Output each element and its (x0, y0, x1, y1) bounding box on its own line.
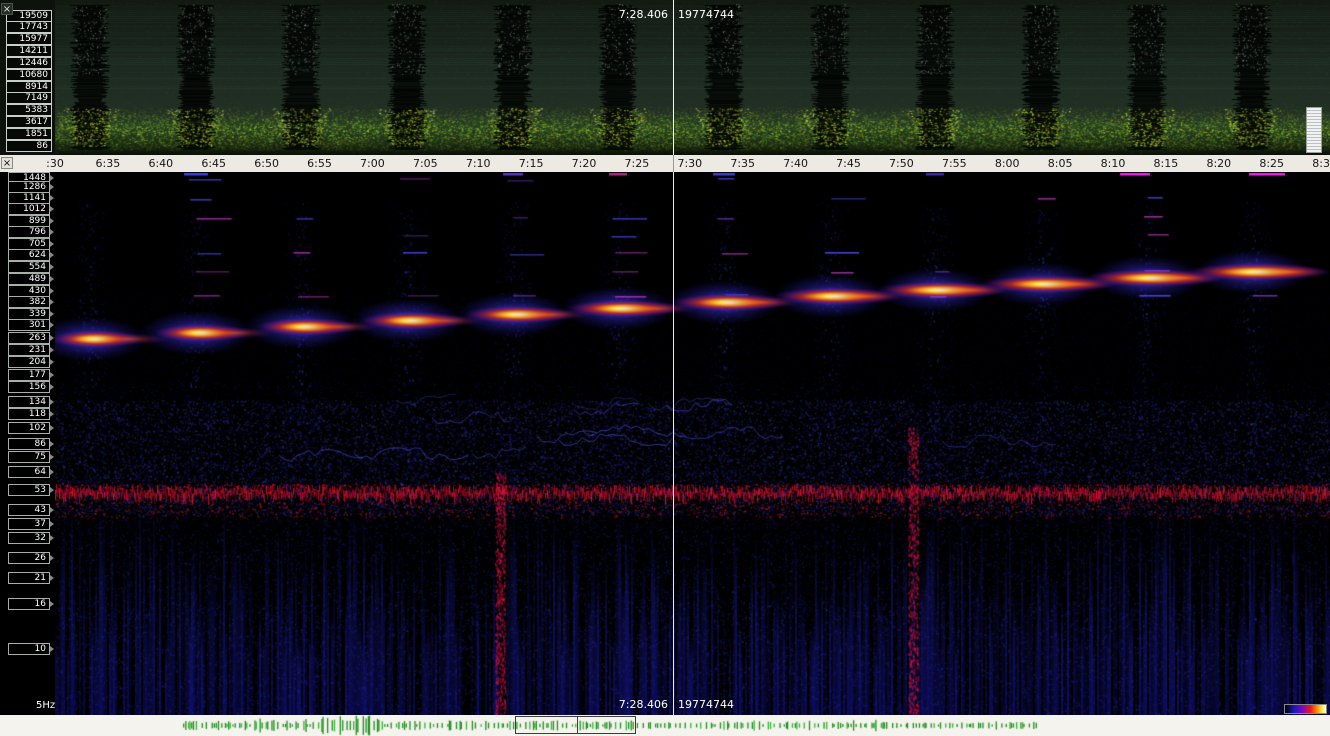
waveform-overview-canvas[interactable] (0, 715, 1330, 736)
time-tick-label: 6:45 (201, 157, 226, 170)
frequency-tick-label[interactable]: 134 (8, 396, 50, 408)
overview-spectrogram-pane[interactable]: 1950917743159771421112446106808914714953… (0, 0, 1330, 155)
frequency-tick-label[interactable]: 7149 (6, 92, 52, 104)
close-main-pane-button[interactable]: × (1, 157, 13, 169)
main-spectrogram-pane[interactable]: 1448128611411012899796705624554489430382… (0, 172, 1330, 715)
time-tick-label: 7:20 (572, 157, 597, 170)
time-tick-label: 7:25 (625, 157, 650, 170)
time-tick-label: 7:35 (730, 157, 755, 170)
time-tick-label: 7:10 (466, 157, 491, 170)
time-tick-label: 8:05 (1048, 157, 1073, 170)
time-tick-label: 7:40 (783, 157, 808, 170)
close-overview-pane-button[interactable]: × (1, 3, 13, 15)
frequency-tick-label[interactable]: 1141 (8, 192, 50, 204)
frequency-tick-label[interactable]: 10680 (6, 69, 52, 81)
frequency-tick-label[interactable]: 3617 (6, 116, 52, 128)
view-range-selection[interactable] (515, 716, 636, 734)
frequency-tick-label[interactable]: 156 (8, 381, 50, 393)
frequency-tick-label[interactable]: 1851 (6, 128, 52, 140)
frequency-tick-label[interactable]: 382 (8, 296, 50, 308)
time-tick-label: 8:15 (1154, 157, 1179, 170)
frequency-tick-label[interactable]: 17743 (6, 21, 52, 33)
time-tick-label: 7:50 (889, 157, 914, 170)
frequency-tick-label[interactable]: 231 (8, 344, 50, 356)
time-tick-label: 8:20 (1206, 157, 1231, 170)
time-tick-label: :30 (46, 157, 64, 170)
frequency-tick-label[interactable]: 489 (8, 273, 50, 285)
time-tick-label: 7:55 (942, 157, 967, 170)
frequency-tick-label[interactable]: 301 (8, 319, 50, 331)
frequency-tick-label[interactable]: 263 (8, 332, 50, 344)
frequency-tick-label[interactable]: 37 (8, 518, 50, 530)
spectrogram-analyzer-window: 1950917743159771421112446106808914714953… (0, 0, 1330, 736)
time-tick-label: 7:30 (677, 157, 702, 170)
time-tick-label: 7:45 (836, 157, 861, 170)
frequency-tick-label[interactable]: 118 (8, 408, 50, 420)
frequency-tick-label[interactable]: 12446 (6, 57, 52, 69)
time-tick-label: 8:30 (1312, 157, 1330, 170)
time-tick-label: 6:55 (307, 157, 332, 170)
base-frequency-label: 5Hz (36, 700, 55, 711)
frequency-tick-label[interactable]: 14211 (6, 45, 52, 57)
frequency-tick-label[interactable]: 204 (8, 356, 50, 368)
frequency-tick-label[interactable]: 339 (8, 308, 50, 320)
colormap-legend-icon (1284, 704, 1327, 714)
time-tick-label: 8:10 (1101, 157, 1126, 170)
frequency-tick-label[interactable]: 16 (8, 598, 50, 610)
frequency-tick-label[interactable]: 10 (8, 643, 50, 655)
frequency-tick-label[interactable]: 43 (8, 504, 50, 516)
frequency-tick-label[interactable]: 5383 (6, 104, 52, 116)
time-tick-label: 8:25 (1259, 157, 1284, 170)
frequency-tick-label[interactable]: 86 (6, 140, 52, 152)
frequency-tick-label[interactable]: 554 (8, 261, 50, 273)
main-spectrogram-canvas[interactable] (55, 172, 1330, 715)
time-tick-label: 7:00 (360, 157, 385, 170)
frequency-tick-label[interactable]: 102 (8, 422, 50, 434)
frequency-tick-label[interactable]: 177 (8, 369, 50, 381)
frequency-tick-label[interactable]: 26 (8, 552, 50, 564)
main-frequency-axis[interactable]: 1448128611411012899796705624554489430382… (0, 172, 55, 715)
time-tick-label: 8:00 (995, 157, 1020, 170)
frequency-tick-label[interactable]: 86 (8, 438, 50, 450)
frequency-tick-label[interactable]: 796 (8, 226, 50, 238)
time-ruler[interactable]: :30 6:35 6:40 6:45 6:50 6:55 7:00 7:05 7:10 7:15 7… (0, 155, 1330, 172)
frequency-tick-label[interactable]: 430 (8, 285, 50, 297)
frequency-tick-label[interactable]: 899 (8, 215, 50, 227)
waveform-overview-strip[interactable] (0, 715, 1330, 736)
time-tick-label: 6:40 (148, 157, 173, 170)
frequency-tick-label[interactable]: 53 (8, 484, 50, 496)
view-range-divider[interactable] (577, 716, 578, 734)
frequency-tick-label[interactable]: 64 (8, 466, 50, 478)
time-tick-label: 7:15 (519, 157, 544, 170)
frequency-tick-label[interactable]: 15977 (6, 33, 52, 45)
frequency-tick-label[interactable]: 1286 (8, 181, 50, 193)
frequency-tick-label[interactable]: 705 (8, 238, 50, 250)
frequency-tick-label[interactable]: 32 (8, 532, 50, 544)
time-tick-label: 6:35 (96, 157, 121, 170)
frequency-tick-label[interactable]: 1012 (8, 203, 50, 215)
frequency-tick-label[interactable]: 8914 (6, 81, 52, 93)
frequency-tick-label[interactable]: 21 (8, 572, 50, 584)
frequency-tick-label[interactable]: 75 (8, 451, 50, 463)
scale-slider[interactable] (1306, 107, 1322, 153)
frequency-tick-label[interactable]: 624 (8, 249, 50, 261)
time-tick-label: 6:50 (254, 157, 279, 170)
overview-spectrogram-canvas[interactable] (55, 0, 1330, 155)
overview-frequency-axis[interactable]: 1950917743159771421112446106808914714953… (0, 0, 55, 155)
time-tick-label: 7:05 (413, 157, 438, 170)
